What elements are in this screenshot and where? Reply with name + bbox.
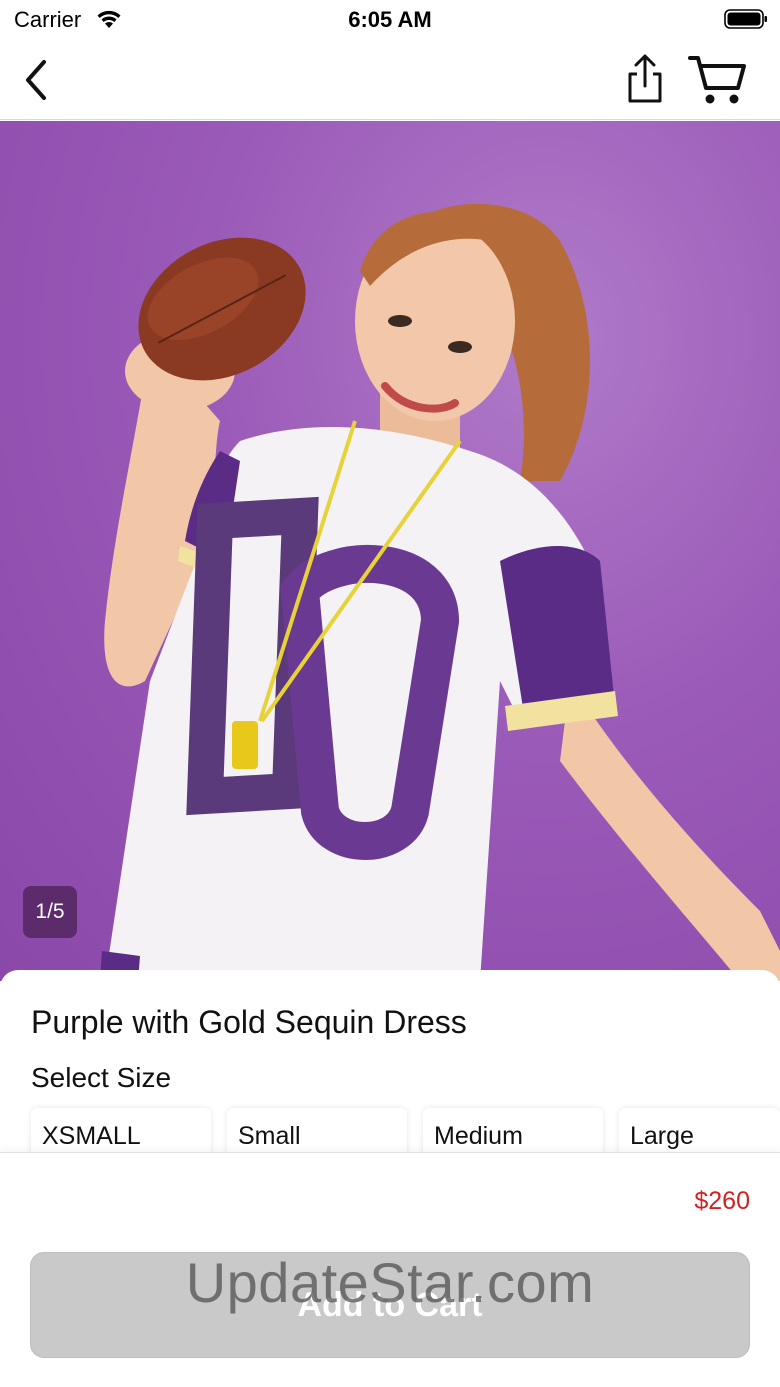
navigation-bar (0, 40, 780, 120)
purchase-panel: $260 Add to Cart (0, 1152, 780, 1387)
clock: 6:05 AM (348, 7, 432, 32)
back-button[interactable] (18, 56, 58, 104)
size-heading: Select Size (31, 1062, 172, 1093)
product-title: Purple with Gold Sequin Dress (31, 1004, 467, 1040)
product-image[interactable]: 1/5 (0, 121, 780, 981)
product-price: $260 (694, 1187, 750, 1215)
add-to-cart-button[interactable]: Add to Cart (30, 1252, 750, 1358)
size-option-label: Small (238, 1122, 301, 1150)
product-photo-illustration (100, 203, 780, 981)
image-counter: 1/5 (23, 886, 77, 938)
product-info-sheet: Purple with Gold Sequin Dress Select Siz… (0, 970, 780, 1170)
battery-icon (724, 9, 767, 29)
share-button[interactable] (620, 52, 670, 106)
size-option-label: XSMALL (42, 1122, 141, 1150)
status-bar: Carrier 6:05 AM (0, 0, 780, 40)
cart-button[interactable] (686, 52, 748, 108)
size-option-label: Medium (434, 1122, 523, 1150)
size-option-label: Large (630, 1122, 694, 1150)
